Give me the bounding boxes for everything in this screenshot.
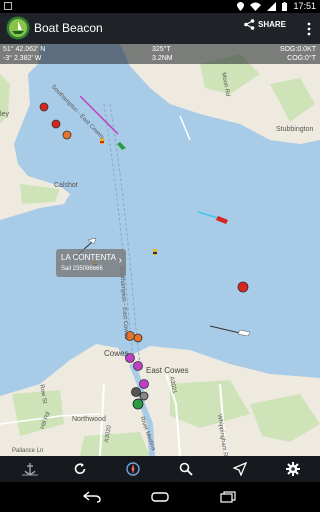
share-icon <box>244 19 255 30</box>
cog-value: COG:0°T <box>287 55 316 62</box>
navigation-button[interactable] <box>230 459 250 479</box>
vessel-name: LA CONTENTA <box>61 253 116 262</box>
longitude-value: -3° 2.382' W <box>3 55 42 62</box>
settings-icon <box>286 462 300 476</box>
vessel-marker[interactable] <box>139 391 149 401</box>
battery-icon <box>282 1 288 11</box>
place-label-stubbington: Stubbington <box>276 126 314 133</box>
back-icon <box>83 491 101 503</box>
vessel-marker[interactable] <box>39 102 49 112</box>
refresh-icon <box>74 463 86 475</box>
vessel-marker[interactable] <box>62 130 72 140</box>
location-icon <box>237 1 245 11</box>
vessel-detail: Sail 235096666 <box>61 266 103 272</box>
position-info-bar: 51° 42.062' N -3° 2.382' W 325°T 3.2NM S… <box>0 44 320 64</box>
overflow-menu-icon[interactable] <box>306 21 312 37</box>
vessel-popup[interactable]: LA CONTENTA Sail 235096666 › <box>56 249 126 277</box>
place-label-ley: ley <box>0 111 9 118</box>
app-title: Boat Beacon <box>34 21 103 35</box>
road-label-pallance: Pallance Ln <box>12 448 44 454</box>
vessel-marker[interactable] <box>237 281 249 293</box>
vessel-marker[interactable] <box>139 379 149 389</box>
home-icon <box>151 492 169 502</box>
status-icons: 17:51 <box>237 1 316 11</box>
anchor-icon <box>22 463 38 476</box>
search-icon <box>179 462 193 476</box>
signal-icon <box>267 1 277 11</box>
buoy-marker[interactable] <box>153 249 157 255</box>
vessel-marker[interactable] <box>87 237 97 245</box>
system-nav-bar <box>0 482 320 512</box>
vessel-marker[interactable] <box>132 398 144 410</box>
compass-button[interactable] <box>123 459 143 479</box>
vessel-marker[interactable] <box>237 329 251 337</box>
vessel-marker[interactable] <box>133 361 143 371</box>
status-bar: 17:51 <box>0 0 320 13</box>
settings-button[interactable] <box>283 459 303 479</box>
recents-button[interactable] <box>218 489 238 505</box>
home-button[interactable] <box>150 489 170 505</box>
recents-icon <box>220 491 236 503</box>
notification-icon <box>4 2 12 10</box>
vessel-marker[interactable] <box>216 216 228 224</box>
anchor-button[interactable] <box>20 459 40 479</box>
back-button[interactable] <box>82 489 102 505</box>
refresh-button[interactable] <box>70 459 90 479</box>
map-canvas <box>0 44 320 456</box>
place-label-calshot: Calshot <box>54 182 78 189</box>
place-label-cowes: Cowes <box>104 349 129 358</box>
bearing-value: 325°T <box>152 46 171 53</box>
bottom-toolbar <box>0 456 320 482</box>
vessel-marker[interactable] <box>51 119 61 129</box>
share-button[interactable]: SHARE <box>244 19 286 30</box>
search-button[interactable] <box>176 459 196 479</box>
app-bar: Boat Beacon SHARE <box>0 13 320 44</box>
share-label: SHARE <box>258 20 287 29</box>
vessel-marker[interactable] <box>117 142 126 150</box>
vessel-marker[interactable] <box>133 333 143 343</box>
status-time: 17:51 <box>293 1 316 11</box>
compass-icon <box>126 462 140 476</box>
map-view[interactable]: Calshot Cowes East Cowes Northwood Stubb… <box>0 44 320 456</box>
vessel-marker[interactable] <box>131 387 141 397</box>
place-label-east-cowes: East Cowes <box>146 366 189 375</box>
chevron-right-icon[interactable]: › <box>119 255 122 266</box>
boat-beacon-logo[interactable] <box>6 16 30 40</box>
latitude-value: 51° 42.062' N <box>3 46 46 53</box>
navigation-icon <box>233 462 247 476</box>
distance-value: 3.2NM <box>152 55 173 62</box>
place-label-northwood: Northwood <box>72 416 106 423</box>
wifi-icon <box>250 2 262 11</box>
sog-value: SOG:0.0KT <box>279 46 316 53</box>
